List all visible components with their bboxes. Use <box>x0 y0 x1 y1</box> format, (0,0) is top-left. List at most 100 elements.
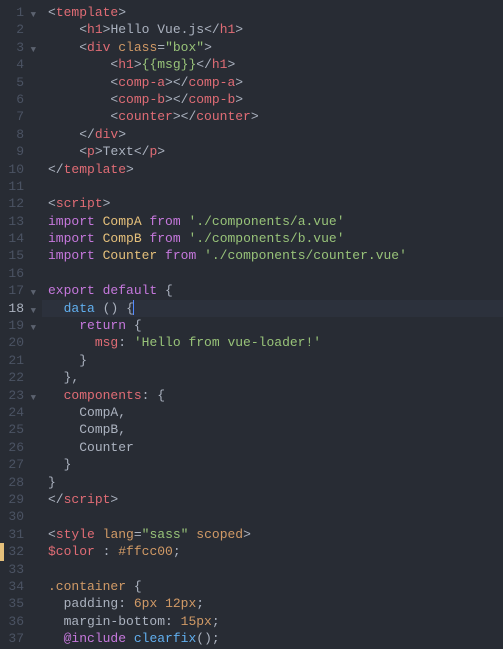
line-number: 32 <box>4 543 34 560</box>
token-kw: @include <box>64 631 126 646</box>
token-punc: < <box>48 196 56 211</box>
token-num: #ffcc00 <box>118 544 173 559</box>
code-line[interactable]: <style lang="sass" scoped> <box>42 526 503 543</box>
line-number: 34 <box>4 578 34 595</box>
token-text: margin-bottom <box>64 614 165 629</box>
code-line[interactable]: return { <box>42 317 503 334</box>
line-number: 9 <box>4 143 34 160</box>
token-text: padding <box>64 596 119 611</box>
code-line[interactable]: $color : #ffcc00; <box>42 543 503 560</box>
token-text <box>95 527 103 542</box>
line-number: 15 <box>4 247 34 264</box>
token-ident: Counter <box>103 248 158 263</box>
line-number: 21 <box>4 352 34 369</box>
code-line[interactable]: Counter <box>42 439 503 456</box>
code-area[interactable]: <template> <h1>Hello Vue.js</h1> <div cl… <box>42 0 503 649</box>
token-ident: CompA <box>103 214 142 229</box>
code-line[interactable]: msg: 'Hello from vue-loader!' <box>42 334 503 351</box>
code-line[interactable] <box>42 178 503 195</box>
token-punc: : <box>165 614 173 629</box>
token-punc: > <box>103 196 111 211</box>
token-punc: < <box>48 527 56 542</box>
line-number: 14 <box>4 230 34 247</box>
token-kw: from <box>149 214 180 229</box>
code-line[interactable]: <h1>{{msg}}</h1> <box>42 56 503 73</box>
code-line[interactable]: } <box>42 456 503 473</box>
line-number: 30 <box>4 508 34 525</box>
code-line[interactable]: components: { <box>42 387 503 404</box>
code-line[interactable]: </template> <box>42 161 503 178</box>
code-line[interactable]: margin-bottom: 15px; <box>42 613 503 630</box>
code-line[interactable] <box>42 508 503 525</box>
token-text <box>95 231 103 246</box>
code-line[interactable]: } <box>42 474 503 491</box>
code-line[interactable]: </script> <box>42 491 503 508</box>
token-punc: (); <box>196 631 219 646</box>
code-line[interactable]: CompB, <box>42 421 503 438</box>
token-tag: script <box>56 196 103 211</box>
token-punc: > <box>118 5 126 20</box>
token-num: 15px <box>181 614 212 629</box>
token-str: "box" <box>165 40 204 55</box>
code-line[interactable]: export default { <box>42 282 503 299</box>
code-line[interactable]: <div class="box"> <box>42 39 503 56</box>
code-line[interactable]: <h1>Hello Vue.js</h1> <box>42 21 503 38</box>
line-number: 18▼ <box>4 300 34 317</box>
token-punc: < <box>48 5 56 20</box>
token-punc: : <box>118 335 126 350</box>
token-punc: } <box>64 457 72 472</box>
code-line[interactable]: @include clearfix(); <box>42 630 503 647</box>
token-text <box>95 214 103 229</box>
token-punc: ; <box>212 614 220 629</box>
token-attr: lang <box>103 527 134 542</box>
token-punc: </ <box>204 22 220 37</box>
line-number: 10 <box>4 161 34 178</box>
code-editor[interactable]: 1▼23▼4567891011121314151617▼18▼19▼202122… <box>0 0 503 649</box>
line-number: 29 <box>4 491 34 508</box>
token-prop: msg <box>95 335 118 350</box>
code-line[interactable]: <comp-b></comp-b> <box>42 91 503 108</box>
token-fn: clearfix <box>134 631 196 646</box>
token-text <box>95 301 103 316</box>
token-punc: < <box>79 144 87 159</box>
code-line[interactable]: import Counter from './components/counte… <box>42 247 503 264</box>
token-punc: ; <box>196 596 204 611</box>
code-line[interactable]: <counter></counter> <box>42 108 503 125</box>
code-line[interactable]: </div> <box>42 126 503 143</box>
code-line[interactable]: import CompB from './components/b.vue' <box>42 230 503 247</box>
code-line[interactable] <box>42 561 503 578</box>
token-prop: components <box>64 388 142 403</box>
code-line[interactable]: data () { <box>42 300 503 317</box>
code-line[interactable]: <template> <box>42 4 503 21</box>
token-kw: default <box>103 283 158 298</box>
token-punc: > <box>204 40 212 55</box>
token-text: CompA, <box>79 405 126 420</box>
code-line[interactable]: }, <box>42 369 503 386</box>
token-tag: h1 <box>87 22 103 37</box>
code-line[interactable]: .container { <box>42 578 503 595</box>
token-str: 'Hello from vue-loader!' <box>134 335 321 350</box>
line-number: 12 <box>4 195 34 212</box>
code-line[interactable]: <script> <box>42 195 503 212</box>
token-text <box>126 335 134 350</box>
line-number: 17▼ <box>4 282 34 299</box>
token-text <box>157 596 165 611</box>
line-number: 23▼ <box>4 387 34 404</box>
token-punc: < <box>79 40 87 55</box>
token-kw: import <box>48 248 95 263</box>
token-punc: } <box>48 475 56 490</box>
code-line[interactable]: } <box>42 352 503 369</box>
token-punc: > <box>227 57 235 72</box>
code-line[interactable]: CompA, <box>42 404 503 421</box>
token-punc: > <box>235 22 243 37</box>
token-kw: from <box>165 248 196 263</box>
token-text <box>173 614 181 629</box>
code-line[interactable]: padding: 6px 12px; <box>42 595 503 612</box>
code-line[interactable]: <comp-a></comp-a> <box>42 74 503 91</box>
code-line[interactable]: <p>Text</p> <box>42 143 503 160</box>
token-text <box>95 283 103 298</box>
line-number: 7 <box>4 108 34 125</box>
token-tag: p <box>87 144 95 159</box>
code-line[interactable]: import CompA from './components/a.vue' <box>42 213 503 230</box>
code-line[interactable] <box>42 265 503 282</box>
